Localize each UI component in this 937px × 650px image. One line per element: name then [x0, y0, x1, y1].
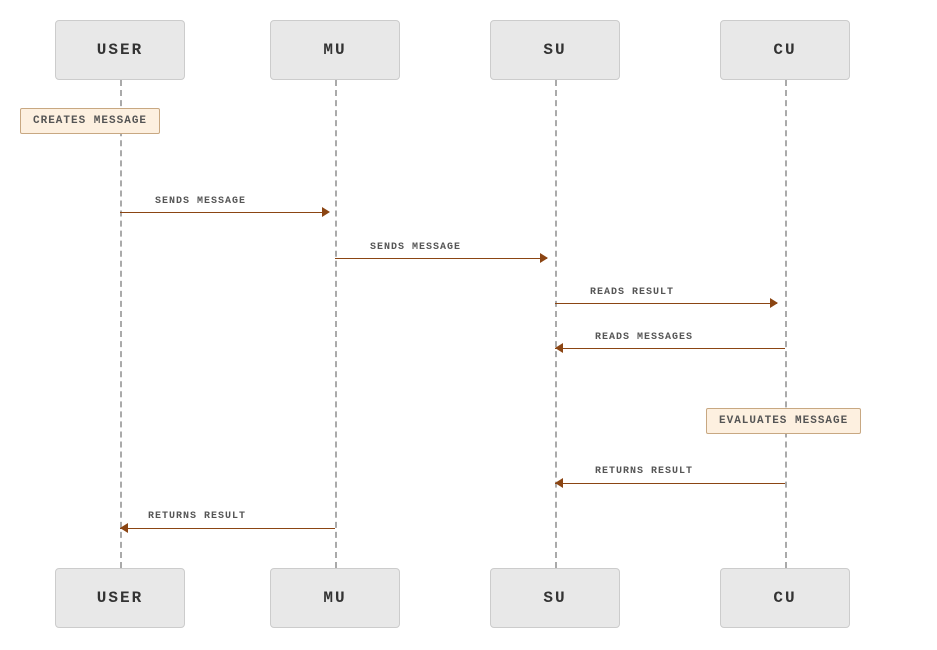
actor-user-top: USER: [55, 20, 185, 80]
lifeline-mu: [335, 80, 337, 568]
lifeline-su: [555, 80, 557, 568]
returns-result-2-label: RETURNS RESULT: [148, 511, 246, 522]
sends-message-1-line: [120, 212, 327, 213]
returns-result-2-head: [120, 523, 128, 533]
sends-message-1-head: [322, 207, 330, 217]
sends-message-2-line: [335, 258, 547, 259]
evaluates-message-note: EVALUATES MESSAGE: [706, 408, 861, 434]
actor-cu-bottom: CU: [720, 568, 850, 628]
reads-result-head: [770, 298, 778, 308]
lifeline-cu: [785, 80, 787, 568]
actor-mu-bottom: MU: [270, 568, 400, 628]
actor-user-bottom: USER: [55, 568, 185, 628]
sends-message-2-head: [540, 253, 548, 263]
reads-messages-label: READS MESSAGES: [595, 332, 693, 343]
actor-cu-top: CU: [720, 20, 850, 80]
reads-messages-head: [555, 343, 563, 353]
sends-message-2-label: SENDS MESSAGE: [370, 242, 461, 253]
returns-result-1-head: [555, 478, 563, 488]
sequence-diagram: USER MU SU CU CREATES MESSAGE SENDS MESS…: [0, 0, 937, 650]
returns-result-2-line: [120, 528, 335, 529]
sends-message-1-label: SENDS MESSAGE: [155, 196, 246, 207]
returns-result-1-label: RETURNS RESULT: [595, 466, 693, 477]
reads-messages-line: [555, 348, 785, 349]
lifeline-user: [120, 80, 122, 568]
reads-result-line: [555, 303, 777, 304]
actor-su-bottom: SU: [490, 568, 620, 628]
reads-result-label: READS RESULT: [590, 287, 674, 298]
creates-message-note: CREATES MESSAGE: [20, 108, 160, 134]
actor-su-top: SU: [490, 20, 620, 80]
actor-mu-top: MU: [270, 20, 400, 80]
returns-result-1-line: [555, 483, 785, 484]
